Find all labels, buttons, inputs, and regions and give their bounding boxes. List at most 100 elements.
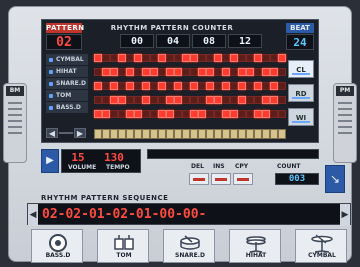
step-cell[interactable]: [246, 54, 254, 62]
step-cell[interactable]: [174, 96, 182, 104]
step-cell[interactable]: [230, 96, 238, 104]
step-cell[interactable]: [214, 68, 222, 76]
step-cell[interactable]: [142, 110, 150, 118]
step-cell[interactable]: [150, 68, 158, 76]
step-cell[interactable]: [206, 82, 214, 90]
step-cell[interactable]: [230, 110, 238, 118]
step-cell[interactable]: [190, 68, 198, 76]
step-cell[interactable]: [166, 82, 174, 90]
step-cell[interactable]: [182, 110, 190, 118]
step-cell[interactable]: [190, 82, 198, 90]
step-cell[interactable]: [278, 96, 286, 104]
copy-button[interactable]: [233, 173, 253, 185]
step-cell[interactable]: [198, 110, 206, 118]
step-cell[interactable]: [254, 96, 262, 104]
step-cell[interactable]: [246, 96, 254, 104]
step-cell[interactable]: [126, 96, 134, 104]
insert-button[interactable]: [211, 173, 231, 185]
step-cell[interactable]: [158, 54, 166, 62]
step-cell[interactable]: [246, 82, 254, 90]
scroll-right-button[interactable]: ▶: [74, 128, 86, 138]
step-cell[interactable]: [158, 96, 166, 104]
step-cell[interactable]: [254, 54, 262, 62]
step-cell[interactable]: [94, 96, 102, 104]
step-cell[interactable]: [254, 68, 262, 76]
track-hihat[interactable]: HIHAT: [46, 66, 88, 78]
step-cell[interactable]: [278, 82, 286, 90]
step-cell[interactable]: [174, 82, 182, 90]
step-cell[interactable]: [134, 54, 142, 62]
track-tom[interactable]: TOM: [46, 90, 88, 102]
step-cell[interactable]: [142, 96, 150, 104]
step-cell[interactable]: [126, 68, 134, 76]
step-cell[interactable]: [118, 54, 126, 62]
track-cymbal[interactable]: CYMBAL: [46, 54, 88, 66]
step-cell[interactable]: [222, 110, 230, 118]
step-cell[interactable]: [246, 110, 254, 118]
step-cell[interactable]: [270, 54, 278, 62]
step-cell[interactable]: [182, 96, 190, 104]
scroll-track[interactable]: [59, 132, 73, 134]
bass-drum-button[interactable]: BASS.D: [31, 229, 83, 263]
step-cell[interactable]: [222, 54, 230, 62]
delete-button[interactable]: [189, 173, 209, 185]
step-cell[interactable]: [94, 54, 102, 62]
scroll-left-button[interactable]: ◀: [46, 128, 58, 138]
step-cell[interactable]: [262, 82, 270, 90]
step-cell[interactable]: [238, 68, 246, 76]
step-cell[interactable]: [278, 54, 286, 62]
step-cell[interactable]: [102, 54, 110, 62]
step-cell[interactable]: [230, 68, 238, 76]
step-cell[interactable]: [166, 54, 174, 62]
snare-drum-button[interactable]: SNARE.D: [163, 229, 215, 263]
step-cell[interactable]: [110, 96, 118, 104]
step-cell[interactable]: [270, 82, 278, 90]
step-cell[interactable]: [94, 110, 102, 118]
step-cell[interactable]: [166, 96, 174, 104]
step-cell[interactable]: [158, 82, 166, 90]
cymbal-button[interactable]: CYMBAL: [295, 229, 347, 263]
step-cell[interactable]: [198, 96, 206, 104]
step-cell[interactable]: [270, 110, 278, 118]
step-cell[interactable]: [278, 68, 286, 76]
step-cell[interactable]: [126, 54, 134, 62]
step-cell[interactable]: [262, 54, 270, 62]
step-cell[interactable]: [238, 110, 246, 118]
tom-button[interactable]: TOM: [97, 229, 149, 263]
step-cell[interactable]: [270, 68, 278, 76]
step-cell[interactable]: [134, 68, 142, 76]
step-cell[interactable]: [198, 82, 206, 90]
step-cell[interactable]: [254, 82, 262, 90]
step-cell[interactable]: [102, 110, 110, 118]
step-cell[interactable]: [230, 54, 238, 62]
step-cell[interactable]: [150, 110, 158, 118]
step-cell[interactable]: [174, 110, 182, 118]
step-cell[interactable]: [174, 54, 182, 62]
step-cell[interactable]: [134, 110, 142, 118]
step-cell[interactable]: [262, 68, 270, 76]
step-cell[interactable]: [222, 96, 230, 104]
step-cell[interactable]: [214, 110, 222, 118]
step-cell[interactable]: [166, 110, 174, 118]
step-cell[interactable]: [182, 82, 190, 90]
step-cell[interactable]: [150, 54, 158, 62]
step-cell[interactable]: [126, 82, 134, 90]
step-cell[interactable]: [190, 96, 198, 104]
step-cell[interactable]: [238, 96, 246, 104]
play-button[interactable]: ▶: [41, 149, 59, 173]
step-cell[interactable]: [198, 68, 206, 76]
step-cell[interactable]: [118, 110, 126, 118]
step-cell[interactable]: [238, 54, 246, 62]
step-cell[interactable]: [102, 82, 110, 90]
step-cell[interactable]: [166, 68, 174, 76]
step-cell[interactable]: [142, 68, 150, 76]
step-cell[interactable]: [150, 82, 158, 90]
step-cell[interactable]: [246, 68, 254, 76]
step-cell[interactable]: [94, 68, 102, 76]
step-cell[interactable]: [214, 96, 222, 104]
step-cell[interactable]: [102, 68, 110, 76]
step-cell[interactable]: [158, 110, 166, 118]
step-cell[interactable]: [222, 68, 230, 76]
step-cell[interactable]: [126, 110, 134, 118]
step-cell[interactable]: [182, 54, 190, 62]
